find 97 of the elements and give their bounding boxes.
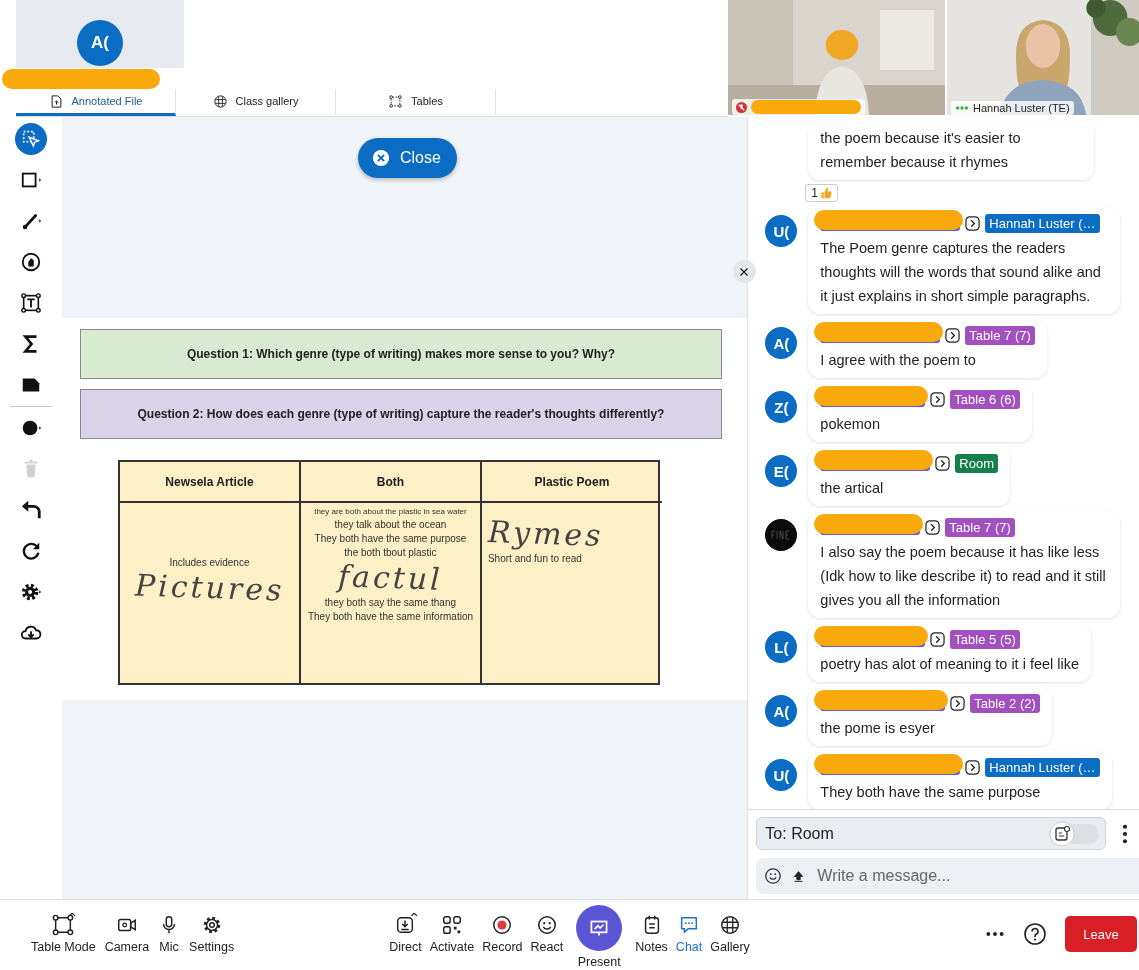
qr-code-icon <box>441 914 463 936</box>
toggle-knob-icon <box>1049 820 1076 847</box>
recipient-tag: Hannah Luster (… <box>985 757 1100 777</box>
avatar: L( <box>765 631 798 663</box>
chevron-right-icon <box>930 631 946 647</box>
typed-note: they are both about the plastic in sea water <box>314 507 467 516</box>
handwritten-word: Rymes <box>487 515 605 552</box>
chevron-right-icon <box>930 391 946 407</box>
toolbar-button[interactable]: Record <box>479 914 526 969</box>
message-field[interactable]: Write a message... <box>756 858 1139 894</box>
typed-note: Includes evidence <box>169 556 250 568</box>
toolbar-button[interactable]: Gallery <box>707 914 753 969</box>
recipient-tag: Table 7 (7) <box>965 325 1035 345</box>
typed-note: They both have the same purpose <box>314 533 467 544</box>
close-button[interactable] <box>732 260 756 283</box>
avatar: A( <box>765 695 798 727</box>
avatar: U( <box>765 759 798 791</box>
toolbar-button[interactable]: Direct <box>386 914 425 969</box>
recipient-tag: Table 7 (7) <box>945 517 1015 537</box>
grid-icon <box>719 914 742 936</box>
message-text: poetry has alot of meaning to it i feel like <box>820 655 1080 674</box>
chevron-right-icon <box>935 455 951 471</box>
message-text: the artical <box>820 479 885 498</box>
table-mode-icon <box>52 914 75 936</box>
recipient-tag: Hannah Luster (… <box>985 213 1100 233</box>
emoji-icon[interactable] <box>764 867 783 885</box>
reaction-badge[interactable]: 1 <box>805 184 839 202</box>
message-text: I also say the poem because it has like less (Idk how to like describe it) to read and it still gives you all the information <box>820 543 1107 610</box>
thumbs-up-icon <box>820 187 833 199</box>
chevron-right-icon <box>925 519 941 535</box>
message-text: The Poem genre captures the readers thoughts will the words that sound alike and it just explains in short simple paragraphs. <box>820 239 1102 306</box>
upload-icon[interactable] <box>792 869 806 883</box>
message-text: pokemon <box>820 415 881 434</box>
recipient-tag: Table 5 (5) <box>950 629 1020 649</box>
avatar: Z( <box>765 391 798 423</box>
chevron-right-icon <box>950 695 966 711</box>
typed-note: they talk about the ocean <box>334 519 447 530</box>
question-box: Question 1: Which genre (type of writing) makes more sense to you? Why? <box>79 329 722 379</box>
handwritten-word: Pictures <box>134 567 285 607</box>
chevron-right-icon <box>965 759 981 775</box>
reaction-count: 1 <box>811 186 819 200</box>
text-box-icon <box>19 292 42 314</box>
chevron-right-icon <box>945 327 961 343</box>
typed-note: the both tbout plastic <box>344 547 437 558</box>
message-input[interactable]: Write a message... <box>815 866 1139 886</box>
column-header: Newsela Article <box>119 462 301 503</box>
toolbar-button[interactable]: Table Mode <box>28 914 99 954</box>
leave-button[interactable]: Leave <box>1065 916 1137 952</box>
question-box: Question 2: How does each genre (type of writing) capture the reader's thoughts differently? <box>79 389 722 439</box>
toolbar-button[interactable]: Settings <box>186 914 238 954</box>
recipient-tag: Room <box>955 453 999 473</box>
presentation-icon <box>576 905 623 951</box>
typed-note: Short and fun to read <box>487 553 582 564</box>
recipient-tag: Table 6 (6) <box>950 389 1020 409</box>
help-icon[interactable] <box>1023 922 1047 946</box>
recipient-select[interactable]: To: Room <box>756 817 1107 850</box>
gear-icon <box>19 581 42 603</box>
avatar: A( <box>765 327 798 359</box>
handwritten-word: factul <box>337 559 444 596</box>
tab[interactable]: Class gallery <box>176 89 336 116</box>
participant-name: Hannah Luster (TE) <box>973 102 1070 114</box>
toolbar-button[interactable]: Chat <box>672 914 706 969</box>
message-text: They both have the same purpose <box>820 783 1042 802</box>
stamp-icon <box>19 251 42 273</box>
recipient-tag: Table 2 (2) <box>970 693 1040 713</box>
column-header: Both <box>300 462 482 503</box>
more-options-icon[interactable] <box>985 931 1005 937</box>
record-icon <box>491 914 514 936</box>
toggle-switch[interactable] <box>1049 823 1100 844</box>
typed-note: They both have the same information <box>307 611 473 622</box>
smiley-icon <box>535 914 558 936</box>
undo-icon <box>19 499 42 521</box>
tables-icon <box>388 93 404 109</box>
toolbar-button[interactable]: Present <box>568 905 631 969</box>
avatar-picture-icon <box>765 519 798 551</box>
avatar: A( <box>77 20 123 66</box>
toolbar-button[interactable]: Camera <box>101 914 153 954</box>
close-button[interactable]: Close <box>357 138 457 178</box>
more-options-icon[interactable] <box>1122 823 1129 844</box>
avatar: U( <box>765 215 798 247</box>
download-tray-icon <box>394 914 417 936</box>
toolbar-button[interactable]: Notes <box>632 914 671 969</box>
message-text: the pome is esyer <box>820 719 936 738</box>
message-text: the poem because it's easier to remember because it rhymes <box>820 129 1022 172</box>
toolbar-button[interactable]: Activate <box>426 914 478 969</box>
avatar: E( <box>765 455 798 487</box>
message-text: I agree with the poem to <box>820 351 977 370</box>
toolbar-button[interactable]: Mic <box>155 914 184 954</box>
participant-tile[interactable]: A( <box>16 0 184 68</box>
column-header: Plastic Poem <box>481 462 662 503</box>
file-icon <box>48 93 64 109</box>
grid-icon <box>212 93 228 109</box>
tab[interactable]: Tables <box>336 89 496 116</box>
toolbar-button[interactable]: React <box>527 914 567 969</box>
close-icon <box>371 149 390 167</box>
chevron-right-icon <box>965 215 981 231</box>
typed-note: they both say the same thang <box>324 597 457 608</box>
